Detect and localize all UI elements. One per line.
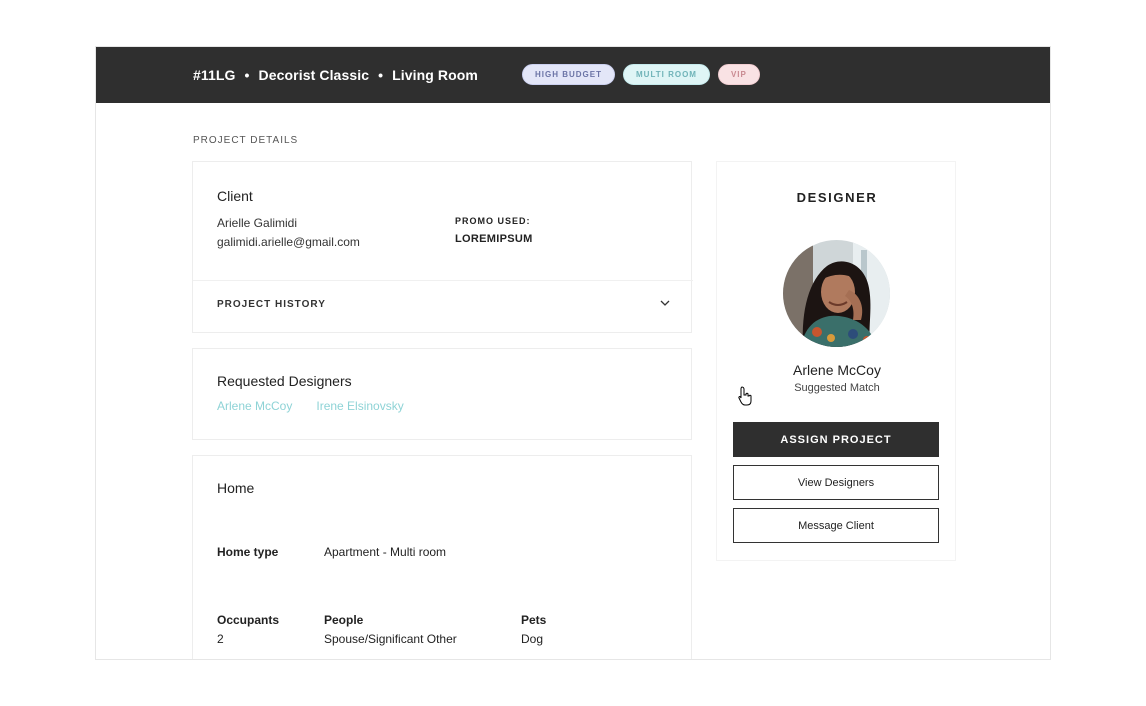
package-name: Decorist Classic — [258, 67, 370, 83]
tag-vip: VIP — [717, 64, 760, 85]
requested-designers-list: Arlene McCoy Irene Elsinovsky — [217, 399, 404, 413]
breadcrumb-separator: • — [244, 67, 250, 83]
view-designers-button[interactable]: View Designers — [733, 465, 939, 500]
designer-subtitle: Suggested Match — [794, 382, 880, 394]
home-type-value: Apartment - Multi room — [324, 545, 447, 559]
home-card: Home Home type Apartment - Multi room Oc… — [192, 455, 692, 659]
pets-label: Pets — [521, 613, 547, 627]
home-heading: Home — [217, 480, 255, 496]
client-name: Arielle Galimidi — [217, 216, 298, 230]
breadcrumb: #11LG • Decorist Classic • Living Room — [193, 47, 478, 103]
requested-designers-card: Requested Designers Arlene McCoy Irene E… — [192, 348, 692, 440]
designer-photo — [783, 240, 890, 347]
assign-project-button[interactable]: ASSIGN PROJECT — [733, 422, 939, 457]
designer-heading: DESIGNER — [796, 190, 878, 205]
promo-label: PROMO USED: — [455, 216, 531, 226]
client-card: Client Arielle Galimidi galimidi.arielle… — [192, 161, 693, 333]
tag-high-budget: HIGH BUDGET — [522, 64, 615, 85]
client-heading: Client — [217, 188, 253, 204]
chevron-down-icon[interactable] — [659, 297, 671, 309]
project-id: #11LG — [193, 67, 236, 83]
client-email: galimidi.arielle@gmail.com — [217, 235, 360, 249]
tag-list: HIGH BUDGET MULTI ROOM VIP — [522, 64, 760, 85]
project-history-label: PROJECT HISTORY — [217, 299, 326, 310]
requested-designer-link[interactable]: Arlene McCoy — [217, 399, 292, 413]
designer-name: Arlene McCoy — [793, 362, 881, 378]
app-frame: #11LG • Decorist Classic • Living Room H… — [95, 46, 1051, 660]
message-client-button[interactable]: Message Client — [733, 508, 939, 543]
people-value: Spouse/Significant Other — [324, 632, 457, 646]
requested-designer-link[interactable]: Irene Elsinovsky — [316, 399, 403, 413]
occupants-value: 2 — [217, 632, 224, 646]
home-type-label: Home type — [217, 545, 279, 559]
requested-designers-heading: Requested Designers — [217, 373, 352, 389]
promo-value: LOREMIPSUM — [455, 233, 533, 245]
tag-multi-room: MULTI ROOM — [623, 64, 710, 85]
room-name: Living Room — [392, 67, 478, 83]
project-history-toggle[interactable]: PROJECT HISTORY — [193, 281, 693, 333]
breadcrumb-separator: • — [378, 67, 384, 83]
pets-value: Dog — [521, 632, 544, 646]
people-label: People — [324, 613, 364, 627]
occupants-label: Occupants — [217, 613, 280, 627]
section-title: PROJECT DETAILS — [193, 135, 299, 146]
designer-card: DESIGNER Arlene McCoy Suggested Match AS… — [716, 161, 956, 561]
header-bar: #11LG • Decorist Classic • Living Room H… — [96, 47, 1050, 103]
cursor-icon — [738, 386, 752, 406]
avatar — [783, 240, 890, 347]
